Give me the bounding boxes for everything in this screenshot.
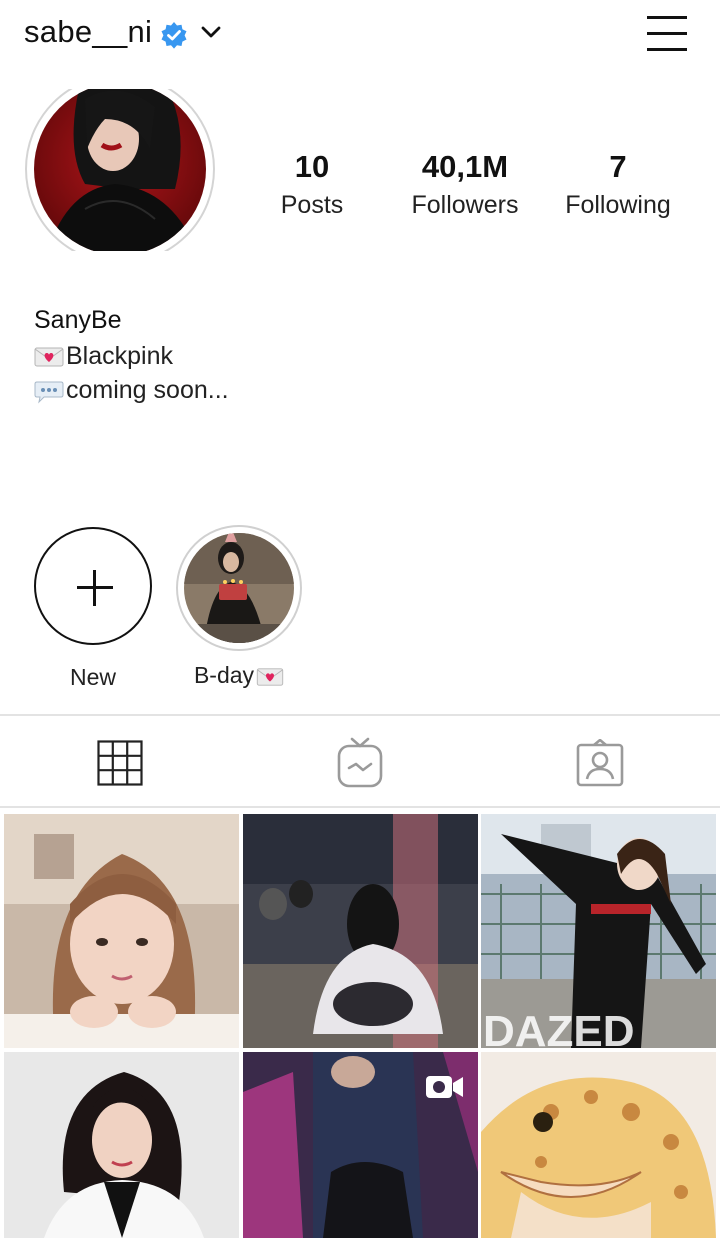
followers-count[interactable]: 40,1M Followers <box>390 148 540 222</box>
post-thumbnail[interactable] <box>243 1052 478 1238</box>
love-letter-emoji <box>34 346 64 368</box>
posts-count-label: Posts <box>280 191 344 219</box>
post-thumbnail[interactable] <box>481 1052 716 1238</box>
followers-count-value: 40,1M <box>421 149 509 184</box>
bday-highlight-text: B-day <box>193 662 255 688</box>
tagged-tab[interactable] <box>480 725 720 805</box>
dazed-watermark: DAZED <box>483 1007 635 1048</box>
post-thumbnail[interactable] <box>4 814 239 1048</box>
new-highlight-label: New <box>69 664 116 690</box>
verified-badge-icon <box>160 21 188 49</box>
igtv-tab[interactable] <box>240 725 480 805</box>
posts-count[interactable]: 10 Posts <box>237 148 387 222</box>
profile-avatar[interactable] <box>25 89 215 251</box>
grid-tab[interactable] <box>0 725 240 805</box>
bday-highlight-label: B-day <box>175 662 303 689</box>
posts-count-value: 10 <box>294 149 330 184</box>
following-count-value: 7 <box>609 149 627 184</box>
bio-line-text: Blackpink <box>66 342 173 370</box>
bio-line-text: coming soon... <box>66 376 229 404</box>
chevron-down-icon[interactable] <box>201 24 221 40</box>
igtv-icon <box>337 737 383 794</box>
tagged-person-icon <box>576 738 624 792</box>
speech-bubble-emoji <box>34 380 64 404</box>
love-letter-emoji <box>256 666 284 686</box>
post-thumbnail[interactable] <box>4 1052 239 1238</box>
tabs-top-divider <box>0 714 720 716</box>
following-count[interactable]: 7 Following <box>543 148 693 222</box>
new-highlight-button[interactable] <box>34 527 152 645</box>
video-camera-icon <box>425 1072 465 1102</box>
grid-icon <box>97 739 143 791</box>
following-count-label: Following <box>565 191 671 219</box>
tabs-bottom-divider <box>0 806 720 808</box>
post-thumbnail[interactable]: DAZED <box>481 814 716 1048</box>
profile-username[interactable]: sabe__ni <box>24 14 152 50</box>
post-thumbnail[interactable] <box>243 814 478 1048</box>
hamburger-menu-icon[interactable] <box>640 12 690 54</box>
highlight-bday[interactable] <box>175 524 303 652</box>
followers-count-label: Followers <box>411 191 519 219</box>
bio-name: SanyBe <box>34 306 122 334</box>
bio-line: Blackpink <box>34 342 173 371</box>
bio-line: coming soon... <box>34 376 229 405</box>
